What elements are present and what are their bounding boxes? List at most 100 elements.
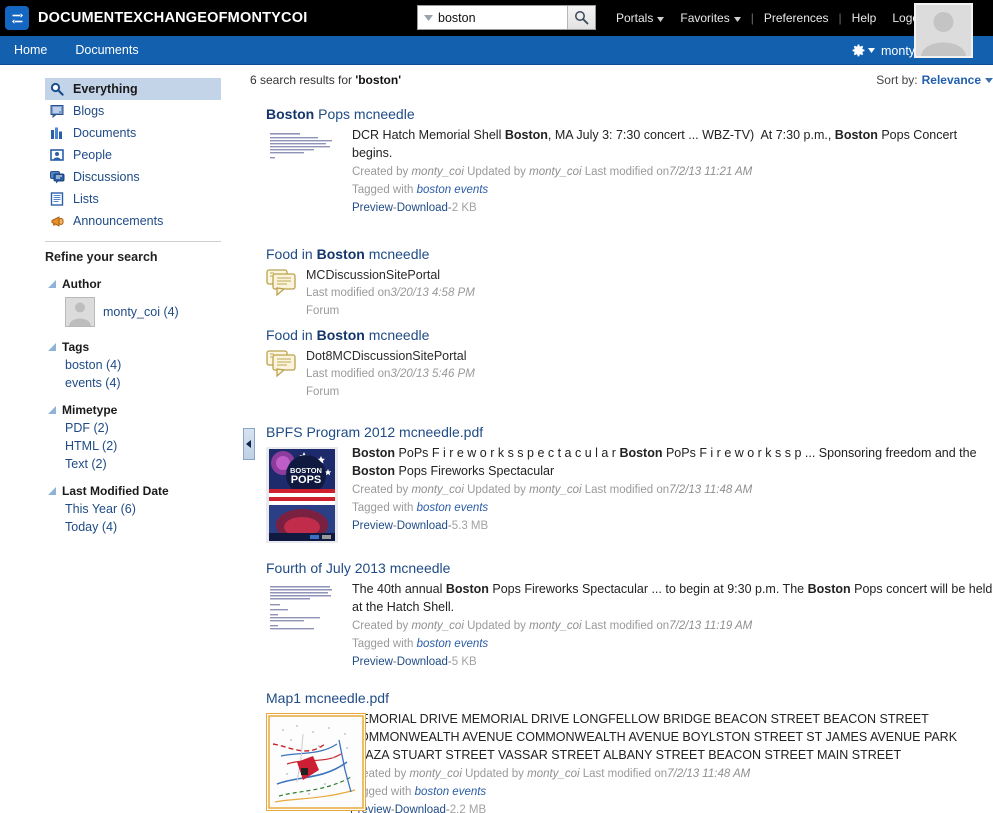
chevron-down-icon[interactable] — [418, 6, 438, 29]
preview-link[interactable]: Preview — [352, 202, 393, 214]
top-link-help[interactable]: Help — [844, 11, 885, 25]
sidebar-item-blogs[interactable]: Blogs — [45, 100, 221, 122]
nav-item-documents[interactable]: Documents — [61, 36, 152, 65]
refine-date-today[interactable]: Today (4) — [65, 520, 236, 534]
forum-site-name[interactable]: Dot8MCDiscussionSitePortal — [306, 347, 993, 365]
chevron-down-icon[interactable] — [985, 77, 993, 83]
refine-group-mimetype: Mimetype PDF (2) HTML (2) Text (2) — [48, 403, 236, 471]
tag-values[interactable]: boston events — [415, 786, 487, 798]
avatar[interactable] — [914, 3, 973, 58]
search-button[interactable] — [567, 6, 595, 29]
result-meta: Created by monty_coi Updated by monty_co… — [352, 617, 993, 635]
updated-by-value[interactable]: monty_coi — [527, 768, 579, 780]
modified-label: Last modified on — [584, 620, 670, 632]
created-by-value[interactable]: monty_coi — [411, 620, 463, 632]
sidebar-item-everything[interactable]: Everything — [45, 78, 221, 100]
updated-by-label: Updated by — [467, 166, 526, 178]
search-box[interactable] — [417, 5, 596, 30]
updated-by-value[interactable]: monty_coi — [529, 166, 581, 178]
refine-tag-boston[interactable]: boston (4) — [65, 358, 236, 372]
modified-label: Last modified on — [306, 287, 391, 299]
boston-pops-poster-thumbnail[interactable]: BOSTON POPS — [266, 447, 338, 543]
forum-icon[interactable] — [266, 266, 306, 320]
refine-mimetype-html[interactable]: HTML (2) — [65, 439, 236, 453]
result-title-rest: mcneedle — [364, 246, 430, 262]
refine-mimetype-text[interactable]: Text (2) — [65, 457, 236, 471]
updated-by-value[interactable]: monty_coi — [529, 620, 581, 632]
collapse-left-icon[interactable] — [243, 428, 255, 460]
sidebar-item-announcements[interactable]: Announcements — [45, 210, 221, 232]
sort-control[interactable]: Sort by: Relevance — [876, 73, 993, 87]
person-card-icon — [50, 148, 68, 162]
result-title-highlight: Boston — [316, 327, 365, 343]
sidebar-item-documents[interactable]: Documents — [45, 122, 221, 144]
tag-values[interactable]: boston events — [417, 184, 489, 196]
result-text-column: The 40th annual Boston Pops Fireworks Sp… — [350, 580, 993, 671]
created-by-value[interactable]: monty_coi — [411, 484, 463, 496]
tag-values[interactable]: boston events — [417, 638, 489, 650]
sidebar-item-lists[interactable]: Lists — [45, 188, 221, 210]
gear-icon[interactable] — [852, 44, 876, 57]
result-meta: Created by monty_coi Updated by monty_co… — [352, 163, 993, 181]
text-document-thumbnail[interactable] — [266, 129, 338, 169]
exchange-arrows-icon[interactable] — [5, 6, 29, 30]
result-title[interactable]: Fourth of July 2013 mcneedle — [266, 559, 993, 577]
tag-values[interactable]: boston events — [417, 502, 489, 514]
download-link[interactable]: Download — [395, 804, 446, 813]
main-nav-bar: Home Documents monty_coi — [0, 36, 993, 65]
result-title[interactable]: Food in Boston mcneedle — [250, 245, 993, 263]
search-input[interactable] — [438, 6, 567, 29]
nav-item-home[interactable]: Home — [0, 36, 61, 65]
refine-date-this-year[interactable]: This Year (6) — [65, 502, 236, 516]
forum-icon[interactable] — [266, 347, 306, 401]
refine-group-mimetype-header[interactable]: Mimetype — [48, 403, 236, 417]
refine-author-item[interactable]: monty_coi (4) — [65, 297, 236, 327]
facet-type-list: Everything Blogs Documents People Discus… — [0, 78, 236, 232]
refine-mimetype-pdf[interactable]: PDF (2) — [65, 421, 236, 435]
result-title[interactable]: Boston Pops mcneedle — [266, 105, 993, 123]
divider — [45, 241, 221, 242]
result-title[interactable]: Food in Boston mcneedle — [250, 326, 993, 344]
result-snippet: The 40th annual Boston Pops Fireworks Sp… — [352, 582, 993, 614]
result-title-rest: Pops mcneedle — [314, 106, 415, 122]
sidebar-item-announcements-label: Announcements — [73, 214, 164, 228]
top-link-favorites[interactable]: Favorites — [672, 11, 748, 25]
search-result-item: Fourth of July 2013 mcneedle The 40th an… — [250, 559, 993, 671]
top-link-preferences[interactable]: Preferences — [756, 11, 837, 25]
result-body: The 40th annual Boston Pops Fireworks Sp… — [266, 580, 993, 671]
refine-group-tags-header[interactable]: Tags — [48, 340, 236, 354]
sidebar-item-people[interactable]: People — [45, 144, 221, 166]
sidebar-item-discussions[interactable]: Discussions — [45, 166, 221, 188]
sort-value[interactable]: Relevance — [922, 73, 981, 87]
result-title[interactable]: Map1 mcneedle.pdf — [266, 689, 993, 707]
avatar — [65, 297, 95, 327]
download-link[interactable]: Download — [397, 202, 448, 214]
preview-link[interactable]: Preview — [352, 520, 393, 532]
top-nav-links: Portals Favorites | Preferences | Help L… — [608, 0, 937, 36]
preview-link[interactable]: Preview — [352, 656, 393, 668]
created-by-value[interactable]: monty_coi — [409, 768, 461, 780]
result-snippet: DCR Hatch Memorial Shell Boston, MA July… — [352, 128, 958, 160]
updated-by-value[interactable]: monty_coi — [529, 484, 581, 496]
sidebar-item-discussions-label: Discussions — [73, 170, 140, 184]
refine-group-author-header[interactable]: Author — [48, 277, 236, 291]
refine-group-last-modified-date-header[interactable]: Last Modified Date — [48, 484, 236, 498]
result-thumbnail-column — [266, 710, 366, 813]
result-body: MEMORIAL DRIVE MEMORIAL DRIVE LONGFELLOW… — [266, 710, 993, 813]
result-title-pre: Food in — [266, 327, 317, 343]
text-document-thumbnail[interactable] — [266, 583, 338, 635]
download-link[interactable]: Download — [397, 656, 448, 668]
result-thumbnail-column — [266, 580, 350, 671]
created-by-value[interactable]: monty_coi — [411, 166, 463, 178]
megaphone-icon — [50, 215, 68, 228]
result-title[interactable]: BPFS Program 2012 mcneedle.pdf — [266, 423, 993, 441]
top-link-portals[interactable]: Portals — [608, 11, 672, 25]
forum-site-name[interactable]: MCDiscussionSitePortal — [306, 266, 993, 284]
map-thumbnail[interactable] — [266, 713, 366, 811]
refine-tag-events[interactable]: events (4) — [65, 376, 236, 390]
result-meta: Last modified on3/20/13 4:58 PM — [306, 284, 993, 302]
modified-value: 3/20/13 5:46 PM — [390, 368, 475, 380]
download-link[interactable]: Download — [397, 520, 448, 532]
modified-label: Last modified on — [306, 368, 391, 380]
refine-author-label[interactable]: monty_coi (4) — [103, 305, 179, 319]
